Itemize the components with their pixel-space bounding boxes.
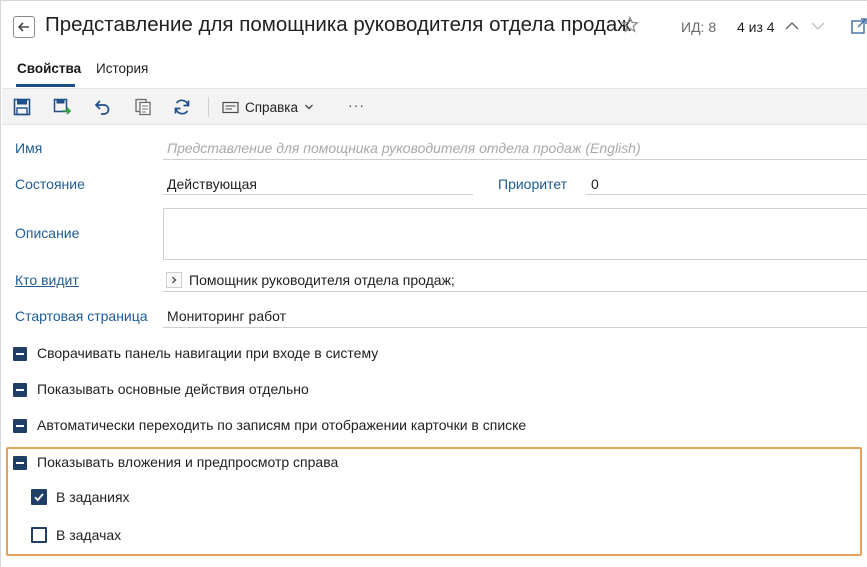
- option-label: Автоматически переходить по записям при …: [37, 417, 527, 433]
- priority-field-underline: [586, 194, 867, 195]
- copy-icon[interactable]: [134, 98, 152, 116]
- priority-label: Приоритет: [498, 176, 568, 192]
- state-field[interactable]: Действующая: [167, 176, 257, 192]
- name-english-input[interactable]: Представление для помощника руководителя…: [167, 140, 641, 156]
- collapse-minus-icon[interactable]: [13, 383, 27, 397]
- tab-history[interactable]: История: [96, 61, 148, 76]
- refresh-icon[interactable]: [173, 98, 191, 116]
- record-position: 4 из 4: [737, 19, 775, 35]
- open-external-icon[interactable]: [850, 17, 867, 35]
- visibility-underline: [163, 291, 867, 292]
- toolbar: Справка ···: [2, 88, 867, 125]
- state-field-underline: [163, 194, 473, 195]
- collapse-minus-icon[interactable]: [13, 419, 27, 433]
- name-label: Имя: [15, 140, 43, 156]
- chevron-up-icon[interactable]: [784, 18, 800, 34]
- chevron-right-icon: [172, 276, 177, 284]
- record-id: ИД: 8: [681, 19, 717, 35]
- toolbar-separator: [208, 97, 209, 117]
- checkbox-in-tasks[interactable]: [31, 527, 47, 543]
- description-textarea[interactable]: [163, 208, 867, 260]
- save-icon[interactable]: [13, 98, 31, 116]
- expand-button[interactable]: [166, 272, 182, 288]
- name-input-underline: [163, 159, 867, 160]
- help-book-icon: [222, 101, 239, 113]
- chevron-down-icon: [304, 104, 313, 110]
- help-dropdown[interactable]: Справка: [222, 97, 314, 117]
- help-label: Справка: [245, 99, 298, 115]
- collapse-minus-icon[interactable]: [13, 456, 27, 470]
- collapse-minus-icon[interactable]: [13, 347, 27, 361]
- option-label: Показывать вложения и предпросмотр справ…: [37, 454, 339, 470]
- description-label: Описание: [15, 225, 80, 241]
- visibility-link[interactable]: Кто видит: [15, 272, 79, 288]
- arrow-left-icon: [17, 22, 29, 32]
- active-tab-indicator: [16, 84, 75, 87]
- checkbox-in-assignments[interactable]: [31, 489, 47, 505]
- option-label: Показывать основные действия отдельно: [37, 381, 309, 397]
- tab-properties[interactable]: Свойства: [17, 61, 81, 76]
- start-page-field[interactable]: Мониторинг работ: [167, 308, 286, 324]
- state-label: Состояние: [15, 176, 85, 192]
- start-page-label: Стартовая страница: [15, 308, 148, 324]
- option-label: Сворачивать панель навигации при входе в…: [37, 345, 379, 361]
- undo-icon[interactable]: [93, 98, 111, 116]
- favorite-star-icon[interactable]: [620, 15, 640, 35]
- card-window: Представление для помощника руководителя…: [0, 0, 867, 567]
- page-title: Представление для помощника руководителя…: [45, 13, 631, 36]
- start-page-underline: [163, 327, 867, 328]
- back-button[interactable]: [13, 16, 35, 38]
- checkbox-label: В задачах: [56, 527, 122, 543]
- save-and-close-icon[interactable]: [53, 98, 71, 116]
- priority-field[interactable]: 0: [591, 176, 599, 192]
- more-actions-button[interactable]: ···: [348, 97, 365, 113]
- checkbox-label: В заданиях: [56, 489, 130, 505]
- visibility-value: Помощник руководителя отдела продаж;: [189, 272, 455, 288]
- chevron-down-icon[interactable]: [810, 18, 826, 34]
- checkmark-icon: [34, 493, 44, 502]
